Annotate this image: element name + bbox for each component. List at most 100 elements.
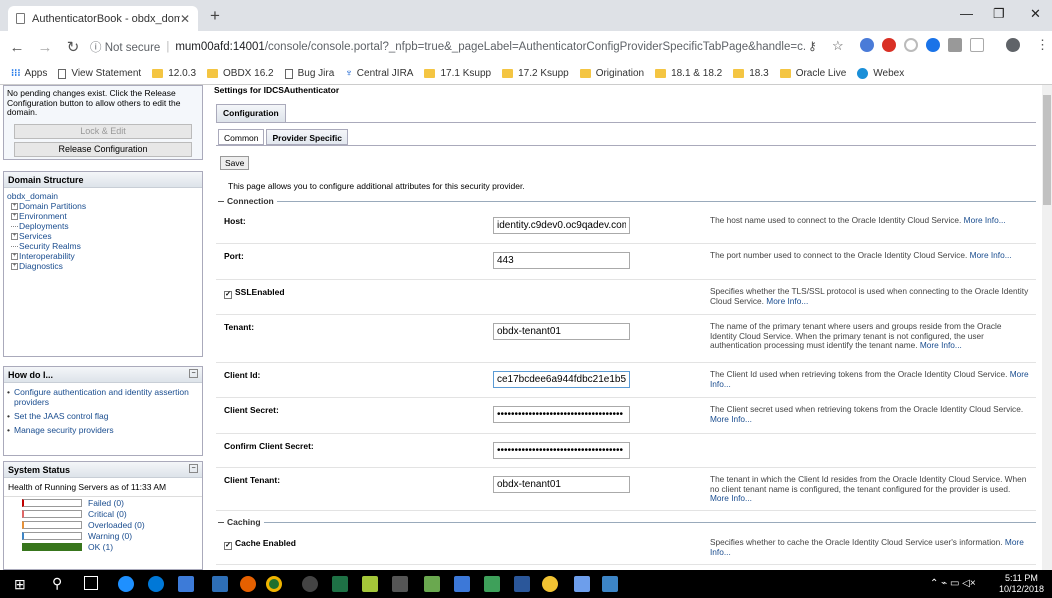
opera-icon[interactable] <box>882 38 896 52</box>
more-info-link[interactable]: More Info... <box>710 493 752 503</box>
app-icon[interactable] <box>362 576 378 592</box>
bookmark-item[interactable]: Webex <box>857 68 904 79</box>
save-button[interactable]: Save <box>220 156 250 170</box>
profile-icon[interactable] <box>1006 38 1020 52</box>
more-info-link[interactable]: More Info... <box>766 296 808 306</box>
client-secret-input[interactable] <box>493 406 630 423</box>
extension-icon[interactable] <box>970 38 984 52</box>
scrollbar[interactable] <box>1042 85 1052 570</box>
expand-icon[interactable]: + <box>11 253 18 261</box>
tree-item[interactable]: Security Realms <box>7 241 199 251</box>
extension-icon[interactable] <box>904 38 918 52</box>
browser-tab[interactable]: AuthenticatorBook - obdx_doma ✕ <box>8 6 198 31</box>
close-tab-icon[interactable]: ✕ <box>180 12 190 26</box>
minimize-panel-icon[interactable]: − <box>189 369 198 378</box>
new-tab-button[interactable]: + <box>210 6 220 26</box>
tree-item[interactable]: + Domain Partitions <box>7 201 199 211</box>
reload-icon[interactable]: ↻ <box>62 38 84 56</box>
tree-item[interactable]: + Interoperability <box>7 251 199 261</box>
help-link[interactable]: Set the JAAS control flag <box>7 411 199 421</box>
health-row[interactable]: Failed (0) <box>4 498 202 508</box>
help-link[interactable]: Configure authentication and identity as… <box>7 387 199 407</box>
release-configuration-button[interactable]: Release Configuration <box>14 141 192 157</box>
more-info-link[interactable]: More Info... <box>920 340 962 350</box>
bookmark-item[interactable]: Oracle Live <box>779 68 846 79</box>
app-icon[interactable] <box>574 576 590 592</box>
key-icon[interactable]: ⚷ <box>808 39 817 53</box>
firefox-icon[interactable] <box>240 576 256 592</box>
more-info-link[interactable]: More Info... <box>964 215 1006 225</box>
app-icon[interactable] <box>424 576 440 592</box>
expand-icon[interactable]: + <box>11 203 18 211</box>
minimize-panel-icon[interactable]: − <box>189 464 198 473</box>
explorer-icon[interactable] <box>178 576 194 592</box>
app-icon[interactable] <box>484 576 500 592</box>
bookmark-item[interactable]: 18.1 & 18.2 <box>655 68 722 79</box>
more-info-link[interactable]: More Info... <box>710 414 752 424</box>
camera-icon[interactable] <box>948 38 962 52</box>
host-input[interactable] <box>493 217 630 234</box>
tree-item[interactable]: + Services <box>7 231 199 241</box>
extension-icon[interactable] <box>860 38 874 52</box>
client-tenant-input[interactable] <box>493 476 630 493</box>
excel-icon[interactable] <box>332 576 348 592</box>
minimize-icon[interactable]: — <box>960 6 973 21</box>
bookmark-item[interactable]: 18.3 <box>733 68 769 79</box>
tree-root[interactable]: obdx_domain <box>7 191 199 201</box>
windows-start-icon[interactable]: ⊞ <box>14 576 26 593</box>
chrome-icon[interactable] <box>542 576 558 592</box>
scrollbar-thumb[interactable] <box>1043 95 1051 205</box>
health-row[interactable]: Overloaded (0) <box>4 520 202 530</box>
close-window-icon[interactable]: ✕ <box>1030 6 1041 22</box>
health-row[interactable]: Critical (0) <box>4 509 202 519</box>
more-info-link[interactable]: More Info... <box>970 250 1012 260</box>
expand-icon[interactable]: + <box>11 233 18 241</box>
app-icon[interactable] <box>302 576 318 592</box>
bookmark-item[interactable]: ♆ Central JIRA <box>345 68 413 79</box>
clock[interactable]: 5:11 PM 10/12/2018 <box>999 573 1044 595</box>
url-field[interactable]: ⓘ Not secure | mum00afd:14001 /console/c… <box>90 35 805 59</box>
bookmark-item[interactable]: Bug Jira <box>284 68 334 79</box>
expand-icon[interactable]: + <box>11 263 18 271</box>
bookmark-item[interactable]: View Statement <box>58 68 141 79</box>
word-icon[interactable] <box>514 576 530 592</box>
tenant-input[interactable] <box>493 323 630 340</box>
restore-icon[interactable]: ❐ <box>993 6 1005 22</box>
extension-icon[interactable] <box>926 38 940 52</box>
health-row[interactable]: Warning (0) <box>4 531 202 541</box>
cache-checkbox[interactable]: ✓ <box>224 542 232 550</box>
bookmark-apps[interactable]: ⁝⁝⁝ Apps <box>11 68 47 79</box>
help-link[interactable]: Manage security providers <box>7 425 199 435</box>
app-icon[interactable] <box>212 576 228 592</box>
tab-common[interactable]: Common <box>218 129 265 145</box>
tray-icons[interactable]: ⌃ ⌁ ▭ ◁× <box>930 578 976 589</box>
calculator-icon[interactable] <box>392 576 408 592</box>
ssl-checkbox[interactable]: ✓ <box>224 291 232 299</box>
port-input[interactable] <box>493 252 630 269</box>
client-id-input[interactable] <box>493 371 630 388</box>
back-icon[interactable]: ← <box>6 39 28 56</box>
bookmark-item[interactable]: 17.2 Ksupp <box>502 68 569 79</box>
expand-icon[interactable]: + <box>11 213 18 221</box>
network-app-icon[interactable] <box>602 576 618 592</box>
forward-icon[interactable]: → <box>34 39 56 56</box>
health-row[interactable]: OK (1) <box>4 542 202 552</box>
tree-item[interactable]: + Diagnostics <box>7 261 199 271</box>
task-view-icon[interactable] <box>84 576 98 590</box>
edge-icon[interactable] <box>148 576 164 592</box>
menu-icon[interactable]: ⋮ <box>1036 37 1049 53</box>
tab-provider-specific[interactable]: Provider Specific <box>266 129 348 145</box>
tree-item[interactable]: Deployments <box>7 221 199 231</box>
bookmark-item[interactable]: OBDX 16.2 <box>207 68 274 79</box>
ie-icon[interactable] <box>118 576 134 592</box>
bookmark-item[interactable]: 17.1 Ksupp <box>424 68 491 79</box>
confirm-secret-input[interactable] <box>493 442 630 459</box>
lock-edit-button[interactable]: Lock & Edit <box>14 123 192 139</box>
bookmark-item[interactable]: 12.0.3 <box>152 68 196 79</box>
outlook-icon[interactable] <box>454 576 470 592</box>
star-icon[interactable]: ☆ <box>832 38 844 54</box>
tree-item[interactable]: + Environment <box>7 211 199 221</box>
bookmark-item[interactable]: Origination <box>579 68 644 79</box>
chrome-icon[interactable] <box>266 576 282 592</box>
search-icon[interactable]: ⚲ <box>52 575 62 592</box>
